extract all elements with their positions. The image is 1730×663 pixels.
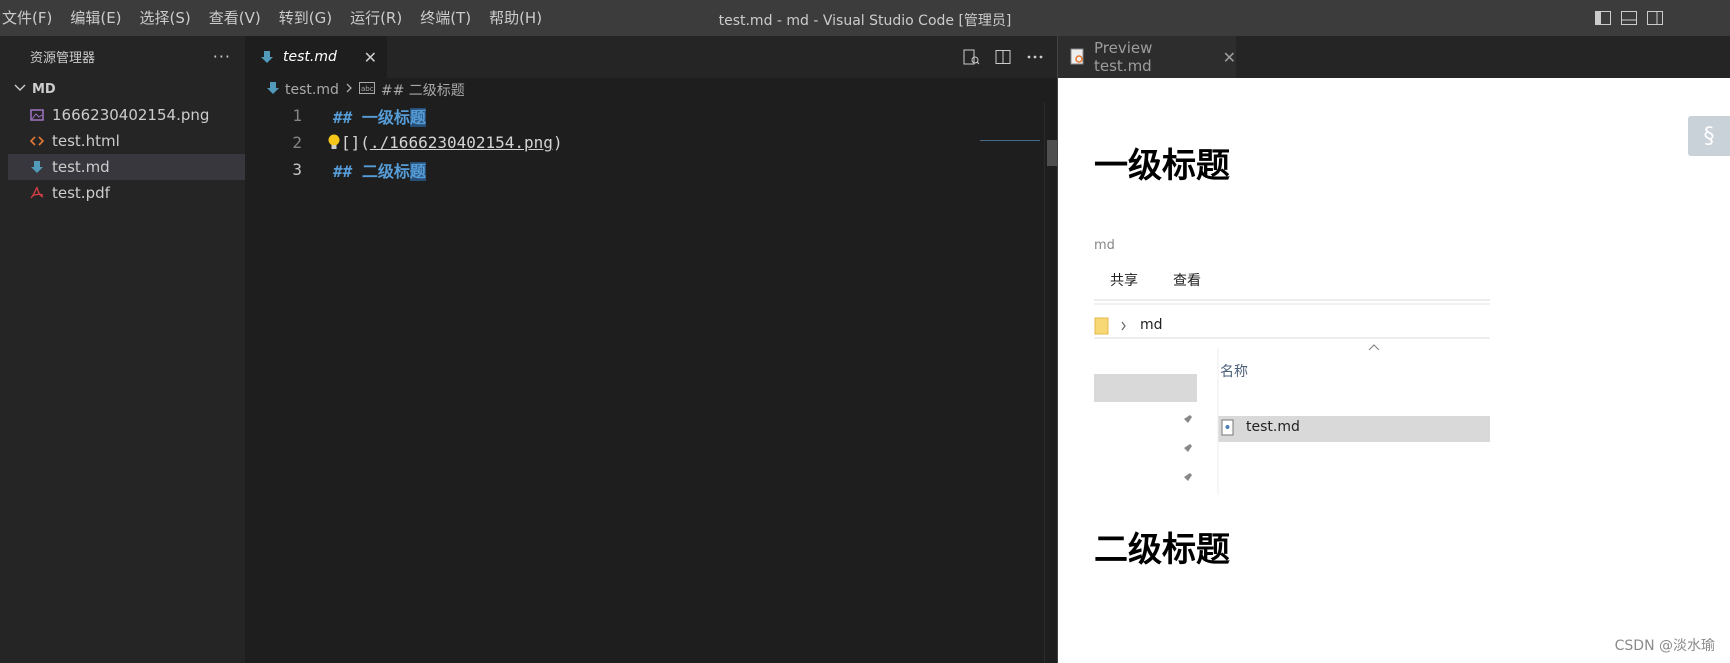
file-label: test.pdf: [52, 184, 110, 202]
embedded-ribbon-share: 共享: [1110, 273, 1138, 289]
watermark: CSDN @淡水瑜: [1614, 638, 1715, 654]
minimap[interactable]: [980, 140, 1040, 146]
more-actions-icon[interactable]: [1026, 48, 1044, 70]
folder-label: MD: [32, 81, 56, 97]
code-line[interactable]: 3 ## 二级标题: [245, 156, 1058, 183]
editor-actions: [962, 48, 1044, 70]
close-icon[interactable]: ✕: [364, 48, 377, 67]
toggle-secondary-sidebar-icon[interactable]: [1646, 9, 1664, 27]
embedded-column-header: 名称: [1220, 364, 1248, 380]
explorer-header: 资源管理器 ···: [8, 36, 245, 76]
line-number: 3: [292, 160, 302, 179]
menu-file[interactable]: 文件(F): [0, 0, 61, 36]
breadcrumb: test.md abc ## 二级标题: [245, 78, 1058, 102]
html-file-icon: [26, 134, 48, 148]
lightbulb-icon[interactable]: [327, 133, 341, 152]
preview-group: Preview test.md ✕ § 一级标题 md 共享 查看 md 名称 …: [1058, 36, 1730, 663]
embedded-path: md: [1140, 317, 1163, 333]
preview-body: § 一级标题 md 共享 查看 md 名称 test.md 二级标题 CSDN …: [1058, 78, 1730, 663]
selection-highlight: 题: [409, 161, 426, 181]
selection-highlight: 题: [409, 107, 426, 127]
link-open: ](: [350, 133, 370, 152]
heading-text: 二级标: [361, 161, 410, 181]
toggle-panel-icon[interactable]: [1620, 9, 1638, 27]
preview-tab-bar: Preview test.md ✕: [1058, 36, 1730, 78]
preview-heading-1: 一级标题: [1094, 146, 1230, 186]
file-label: test.md: [52, 158, 110, 176]
layout-controls: [1594, 9, 1664, 27]
tab-label: Preview test.md: [1094, 39, 1153, 75]
tab-preview[interactable]: Preview test.md ✕: [1058, 36, 1236, 78]
menu-help[interactable]: 帮助(H): [480, 0, 551, 36]
file-label: test.html: [52, 132, 120, 150]
file-item-png[interactable]: 1666230402154.png: [8, 102, 245, 128]
line-number: 1: [292, 106, 302, 125]
title-bar: 文件(F) 编辑(E) 选择(S) 查看(V) 转到(G) 运行(R) 终端(T…: [0, 0, 1730, 36]
embedded-ribbon-view: 查看: [1173, 273, 1201, 289]
menu-selection[interactable]: 选择(S): [131, 0, 200, 36]
markdown-file-icon: [26, 160, 48, 174]
menu-terminal[interactable]: 终端(T): [411, 0, 480, 36]
image-link[interactable]: ./1666230402154.png: [370, 133, 553, 152]
code-line[interactable]: 2 [](./1666230402154.png): [245, 129, 1058, 156]
embedded-image: md 共享 查看 md 名称 test.md: [1094, 230, 1490, 495]
link-close: ): [552, 133, 563, 152]
file-item-pdf[interactable]: test.pdf: [8, 180, 245, 206]
menu-edit[interactable]: 编辑(E): [61, 0, 130, 36]
section-link-button[interactable]: §: [1688, 116, 1730, 156]
breadcrumb-file[interactable]: test.md: [285, 82, 339, 98]
tab-test-md[interactable]: test.md ✕: [245, 36, 387, 78]
menu-run[interactable]: 运行(R): [341, 0, 411, 36]
heading-marker: ##: [333, 107, 353, 127]
link-bracket: [: [341, 133, 351, 152]
markdown-file-icon: [261, 50, 273, 64]
split-editor-icon[interactable]: [994, 48, 1012, 70]
open-preview-icon[interactable]: [962, 48, 980, 70]
explorer-sidebar: 资源管理器 ··· MD 1666230402154.png test.html…: [8, 36, 245, 663]
folder-md[interactable]: MD: [8, 76, 245, 102]
vertical-scrollbar[interactable]: [1044, 102, 1058, 663]
more-actions-icon[interactable]: ···: [213, 47, 231, 66]
menu-view[interactable]: 查看(V): [200, 0, 270, 36]
breadcrumb-symbol[interactable]: ## 二级标题: [381, 80, 465, 100]
code-line[interactable]: 1 ## 一级标题: [245, 102, 1058, 129]
embedded-file: test.md: [1246, 419, 1300, 435]
file-item-html[interactable]: test.html: [8, 128, 245, 154]
tab-label: test.md: [283, 49, 337, 65]
image-file-icon: [26, 108, 48, 122]
pdf-file-icon: [26, 186, 48, 200]
editor-tab-bar: test.md ✕: [245, 36, 1058, 78]
preview-heading-2: 二级标题: [1094, 530, 1230, 570]
heading-text: 一级标: [361, 107, 410, 127]
code-editor[interactable]: 1 ## 一级标题 2 [](./1666230402154.png) 3 ##…: [245, 102, 1058, 183]
editor-group: test.md ✕ test.md abc ## 二级标题 1 ## 一级标题 …: [245, 36, 1058, 663]
embedded-window-title: md: [1094, 238, 1115, 253]
chevron-down-icon: [14, 82, 32, 97]
menu-bar: 文件(F) 编辑(E) 选择(S) 查看(V) 转到(G) 运行(R) 终端(T…: [0, 0, 551, 36]
explorer-title: 资源管理器: [30, 50, 96, 66]
string-symbol-icon: abc: [358, 82, 375, 98]
close-icon[interactable]: ✕: [1223, 48, 1236, 67]
heading-marker: ##: [333, 161, 353, 181]
toggle-sidebar-icon[interactable]: [1594, 9, 1612, 27]
file-item-md[interactable]: test.md: [8, 154, 245, 180]
scrollbar-thumb[interactable]: [1047, 140, 1057, 166]
svg-text:abc: abc: [361, 85, 374, 93]
markdown-file-icon: [267, 81, 279, 99]
preview-icon: [1070, 48, 1086, 66]
chevron-right-icon: [345, 82, 353, 98]
menu-go[interactable]: 转到(G): [270, 0, 341, 36]
activity-bar: [0, 36, 8, 663]
line-number: 2: [292, 133, 302, 152]
file-label: 1666230402154.png: [52, 106, 210, 124]
